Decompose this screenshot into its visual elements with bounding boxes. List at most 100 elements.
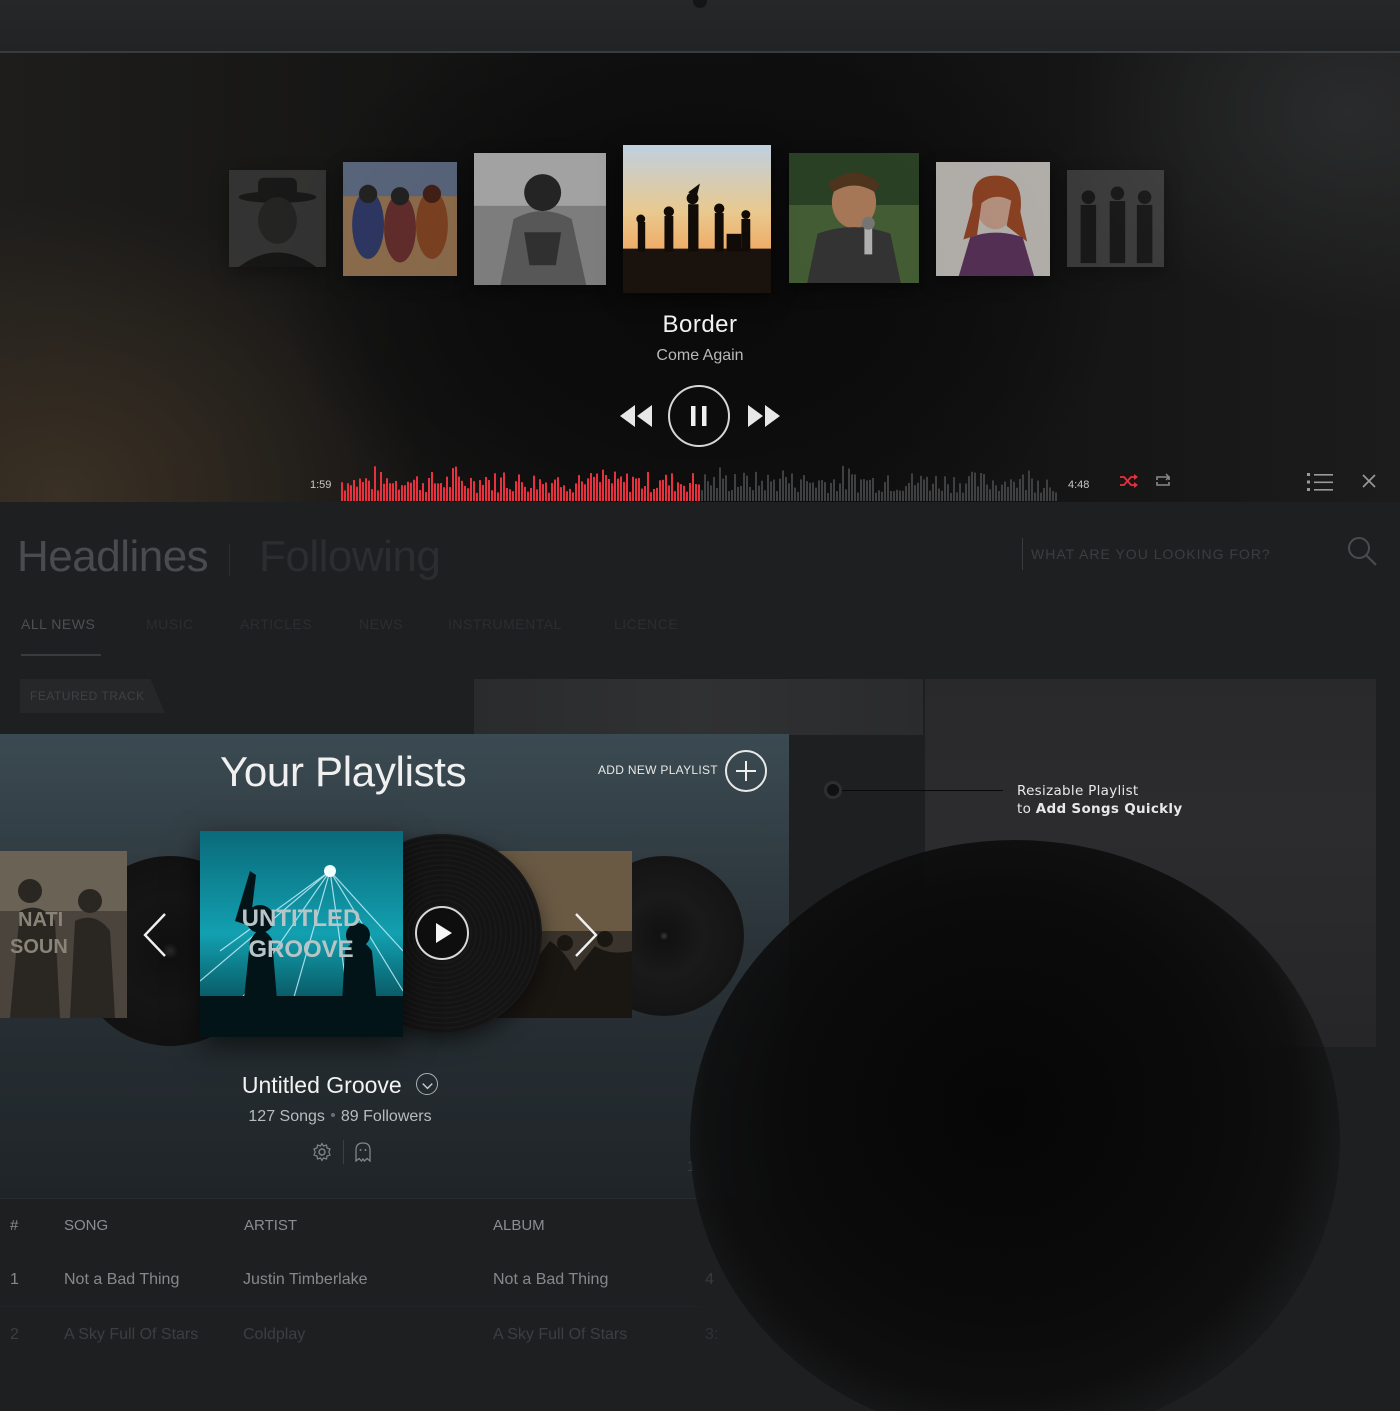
row-album[interactable]: Not a Bad Thing xyxy=(493,1271,608,1289)
waveform-bar xyxy=(362,482,364,501)
row-extra: 3: xyxy=(705,1326,719,1343)
waveform-bar xyxy=(815,487,817,501)
playlist-cover-left[interactable]: NATI SOUN xyxy=(0,851,127,1018)
waveform-bar xyxy=(386,478,388,501)
plus-icon xyxy=(736,761,756,781)
waveform-bar xyxy=(1019,479,1021,501)
waveform-bar xyxy=(743,472,745,501)
queue-button[interactable] xyxy=(1307,472,1333,492)
subtab-all-news[interactable]: ALL NEWS xyxy=(21,616,95,632)
shuffle-icon xyxy=(1120,474,1138,488)
waveform-bar xyxy=(623,481,625,501)
row-artist[interactable]: Justin Timberlake xyxy=(243,1271,368,1289)
playlist-ghost-button[interactable] xyxy=(354,1142,372,1163)
ghost-icon xyxy=(355,1142,371,1163)
tab-headlines[interactable]: Headlines xyxy=(17,532,209,582)
waveform-bar xyxy=(869,479,871,501)
subtab-news[interactable]: NEWS xyxy=(359,616,403,632)
row-artist[interactable]: Coldplay xyxy=(243,1326,305,1344)
chevron-left-icon xyxy=(143,913,166,957)
waveform-bar xyxy=(392,483,394,501)
col-header-artist[interactable]: ARTIST xyxy=(244,1217,297,1234)
waveform-bar xyxy=(1028,470,1030,501)
repeat-button[interactable] xyxy=(1154,473,1172,489)
album-art-6[interactable] xyxy=(936,162,1050,276)
fast-forward-button[interactable] xyxy=(746,403,782,429)
waveform-bar xyxy=(413,479,415,501)
waveform-bar xyxy=(803,475,805,501)
album-art-7[interactable] xyxy=(1067,170,1164,267)
subtab-articles[interactable]: ARTICLES xyxy=(240,616,312,632)
pause-icon xyxy=(691,406,707,426)
settings-divider xyxy=(343,1140,344,1164)
carousel-next-button[interactable] xyxy=(572,912,600,958)
waveform-bar xyxy=(767,474,769,501)
news-card-portrait[interactable] xyxy=(925,679,1376,1047)
table-row[interactable]: 1 Not a Bad Thing Justin Timberlake Not … xyxy=(0,1271,760,1293)
current-cover-text-2: GROOVE xyxy=(248,936,353,963)
playlist-cover-current[interactable]: UNTITLED GROOVE xyxy=(200,831,403,1037)
waveform-bar xyxy=(359,478,361,501)
close-player-button[interactable] xyxy=(1362,474,1376,488)
col-header-song[interactable]: SONG xyxy=(64,1217,108,1234)
waveform-bar xyxy=(1049,487,1051,501)
album-art-1[interactable] xyxy=(229,170,326,267)
pause-button[interactable] xyxy=(668,385,730,447)
waveform-bar xyxy=(407,481,409,501)
waveform-bar xyxy=(1007,486,1009,501)
table-row[interactable]: 2 A Sky Full Of Stars Coldplay A Sky Ful… xyxy=(0,1326,760,1348)
waveform-bar xyxy=(374,466,376,501)
col-header-album[interactable]: ALBUM xyxy=(493,1217,545,1234)
waveform-bar xyxy=(689,482,691,501)
waveform-bar xyxy=(653,488,655,501)
playlist-settings-button[interactable] xyxy=(312,1142,332,1162)
tab-following[interactable]: Following xyxy=(259,532,441,582)
album-art-2[interactable] xyxy=(343,162,457,276)
waveform-bar xyxy=(788,483,790,501)
row-album[interactable]: A Sky Full Of Stars xyxy=(493,1326,627,1344)
album-art-current[interactable] xyxy=(623,145,771,293)
waveform-bar xyxy=(983,473,985,501)
waveform-bar xyxy=(1016,487,1018,501)
waveform-bar xyxy=(887,475,889,501)
playlists-panel: Your Playlists ADD NEW PLAYLIST NATI SOUN… xyxy=(0,734,789,1198)
add-new-playlist-label[interactable]: ADD NEW PLAYLIST xyxy=(598,763,718,777)
waveform-bar xyxy=(923,479,925,501)
subtab-licence[interactable]: LICENCE xyxy=(614,616,678,632)
waveform-bar xyxy=(398,489,400,501)
waveform-bar xyxy=(416,476,418,501)
search-input[interactable]: WHAT ARE YOU LOOKING FOR? xyxy=(1022,538,1271,570)
waveform-bar xyxy=(818,480,820,501)
rewind-button[interactable] xyxy=(618,403,654,429)
search-button[interactable] xyxy=(1346,535,1378,567)
subtab-instrumental[interactable]: INSTRUMENTAL xyxy=(448,616,562,632)
waveform-bar xyxy=(854,474,856,501)
news-card-image[interactable] xyxy=(474,679,923,735)
carousel-prev-button[interactable] xyxy=(141,912,169,958)
resize-handle[interactable] xyxy=(824,781,842,799)
track-artist[interactable]: Come Again xyxy=(0,347,1400,365)
waveform-bar xyxy=(368,480,370,501)
shuffle-button[interactable] xyxy=(1119,473,1139,489)
playlist-dropdown-button[interactable] xyxy=(416,1072,439,1095)
add-playlist-button[interactable] xyxy=(725,750,767,792)
waveform-bar xyxy=(1034,492,1036,501)
waveform-bar xyxy=(509,489,511,501)
subtab-music[interactable]: MUSIC xyxy=(146,616,194,632)
waveform-bar xyxy=(731,490,733,501)
waveform-bar xyxy=(941,490,943,501)
waveform-bar xyxy=(797,491,799,501)
waveform-bar xyxy=(605,475,607,501)
waveform-bar xyxy=(719,467,721,501)
waveform-bar xyxy=(755,471,757,501)
waveform-bar xyxy=(749,486,751,501)
waveform-bar xyxy=(563,485,565,501)
waveform-progress-bar[interactable] xyxy=(341,463,1058,501)
play-playlist-button[interactable] xyxy=(415,906,469,960)
waveform-bar xyxy=(1025,490,1027,501)
waveform-bar xyxy=(716,487,718,501)
waveform-bar xyxy=(665,474,667,501)
subtab-active-underline xyxy=(21,654,101,656)
album-art-5[interactable] xyxy=(789,153,919,283)
album-art-3[interactable] xyxy=(474,153,606,285)
